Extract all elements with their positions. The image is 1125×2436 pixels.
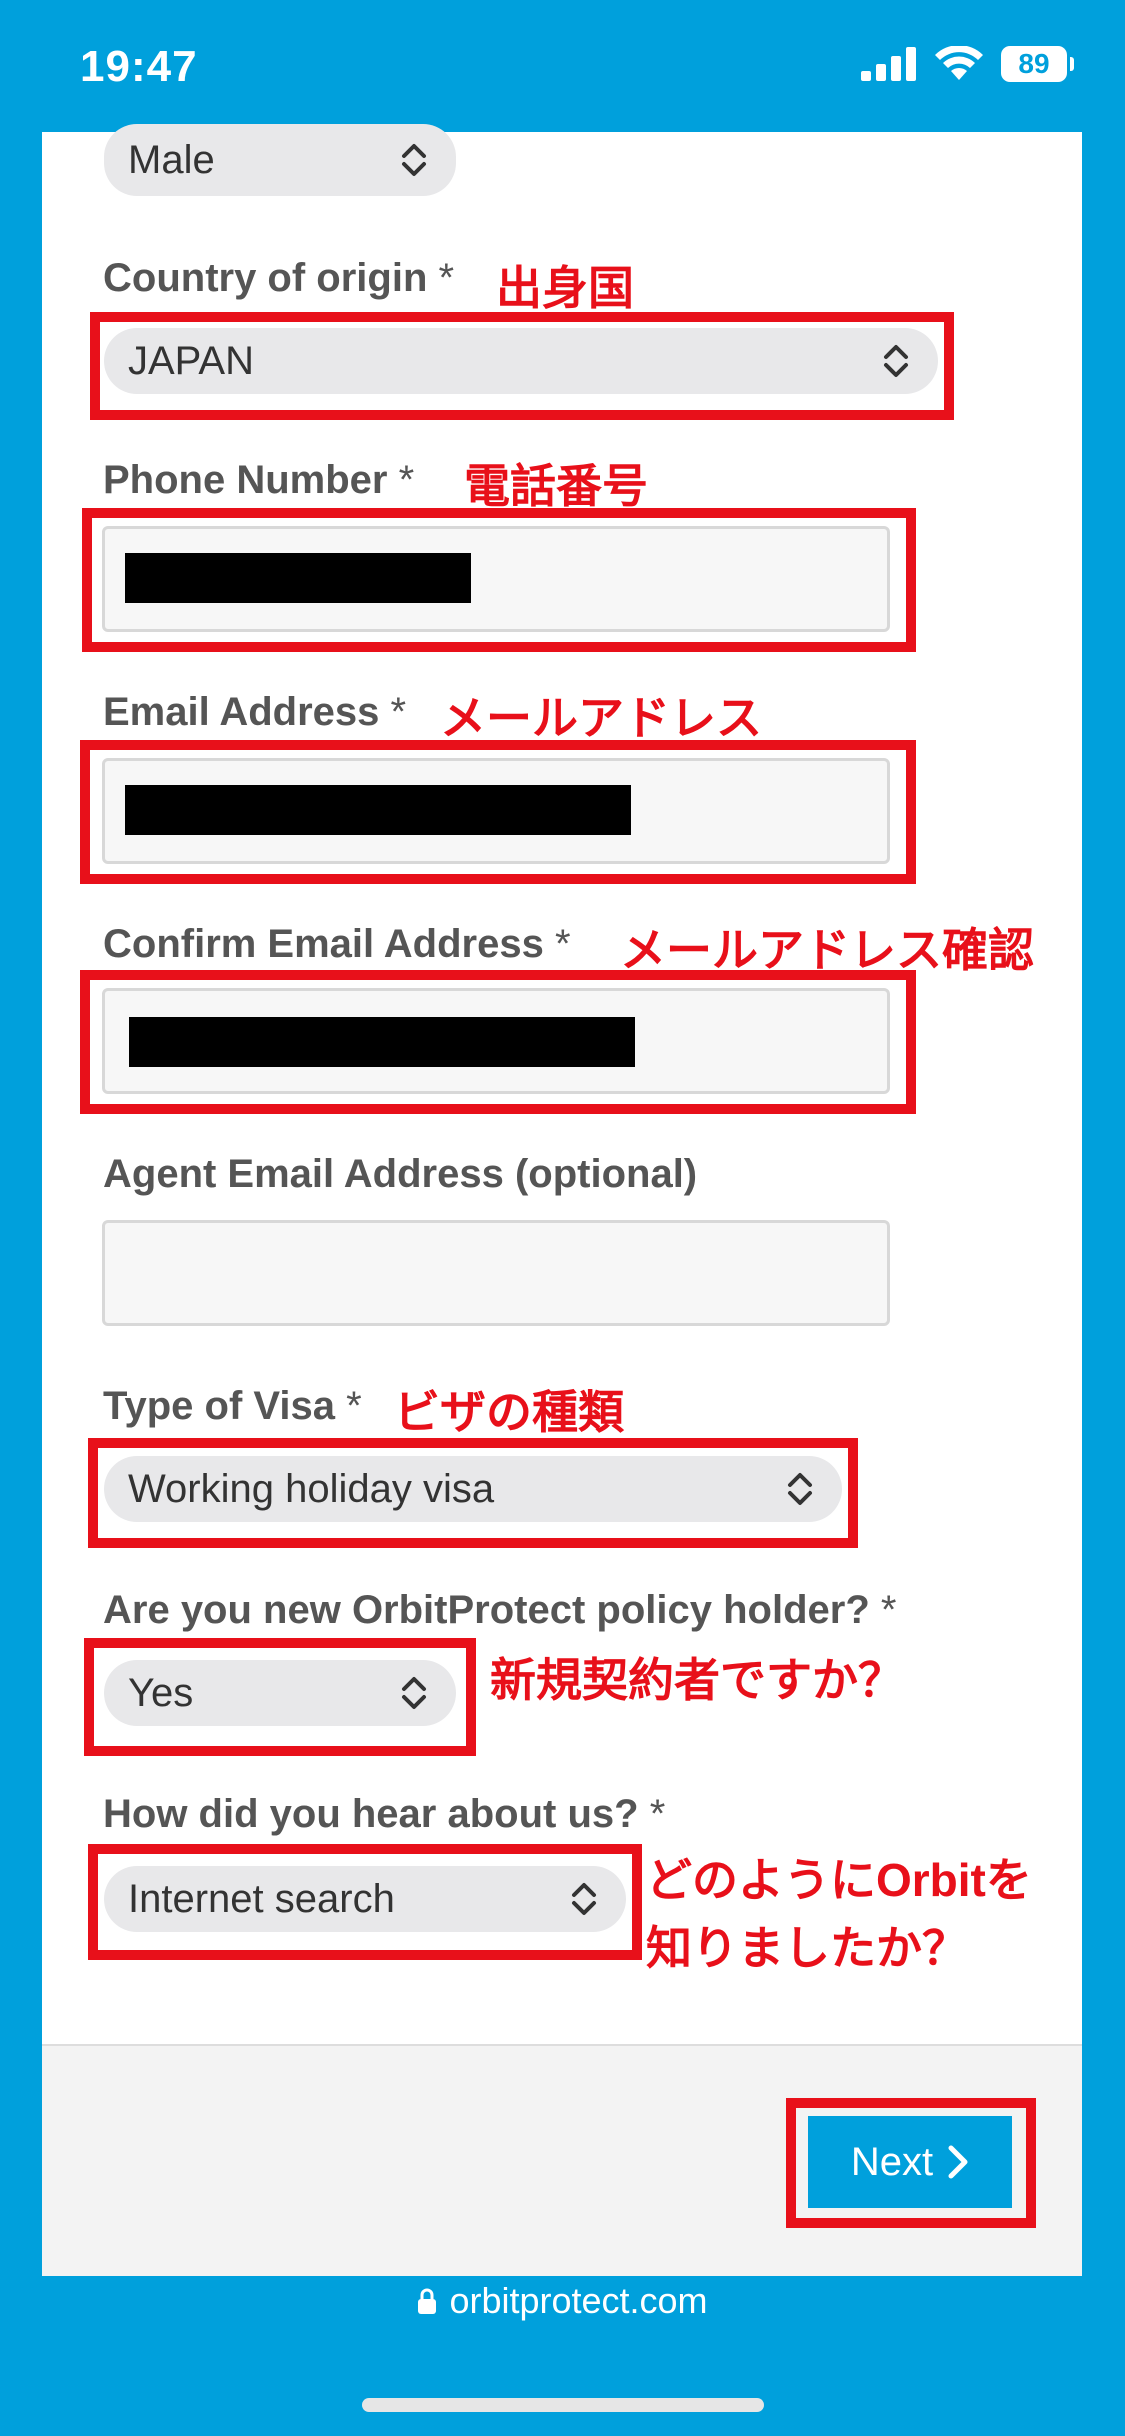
annotation-box <box>786 2098 1036 2228</box>
hear-annotation-line2: 知りましたか？ <box>646 1922 968 1974</box>
confirm-email-label: Confirm Email Address * <box>103 922 571 966</box>
annotation-box <box>80 970 916 1114</box>
agent-email-input[interactable] <box>102 1220 890 1326</box>
signal-icon <box>861 47 916 81</box>
country-annotation: 出身国 <box>496 262 634 314</box>
annotation-box <box>90 312 954 420</box>
home-indicator[interactable] <box>362 2398 764 2412</box>
gender-value: Male <box>128 137 215 182</box>
email-annotation: メールアドレス <box>440 692 762 744</box>
status-icons: 89 <box>861 46 1074 82</box>
new-holder-label: Are you new OrbitProtect policy holder? … <box>103 1588 897 1632</box>
visa-annotation: ビザの種類 <box>394 1386 624 1438</box>
lock-icon <box>418 2288 437 2314</box>
visa-label: Type of Visa * <box>103 1384 362 1428</box>
hear-label: How did you hear about us? * <box>103 1792 666 1836</box>
chevron-updown-icon <box>402 144 426 176</box>
status-time: 19:47 <box>80 42 198 91</box>
country-label: Country of origin * <box>103 256 455 300</box>
url-text: orbitprotect.com <box>449 2280 708 2321</box>
annotation-box <box>84 1638 476 1756</box>
annotation-box <box>80 740 916 884</box>
wifi-icon <box>935 46 983 80</box>
annotation-box <box>82 508 916 652</box>
phone-label: Phone Number * <box>103 458 415 502</box>
agent-email-label: Agent Email Address (optional) <box>103 1152 698 1196</box>
annotation-box <box>88 1844 642 1960</box>
gender-select[interactable]: Male <box>104 124 456 196</box>
browser-url-bar[interactable]: orbitprotect.com <box>0 2280 1125 2322</box>
phone-annotation: 電話番号 <box>464 460 648 512</box>
annotation-box <box>88 1438 858 1548</box>
hear-annotation-line1: どのようにOrbitを <box>646 1854 1032 1906</box>
battery-icon: 89 <box>1001 46 1074 82</box>
status-bar: 19:47 89 <box>0 0 1125 132</box>
new-holder-annotation: 新規契約者ですか？ <box>490 1654 904 1706</box>
email-label: Email Address * <box>103 690 407 734</box>
